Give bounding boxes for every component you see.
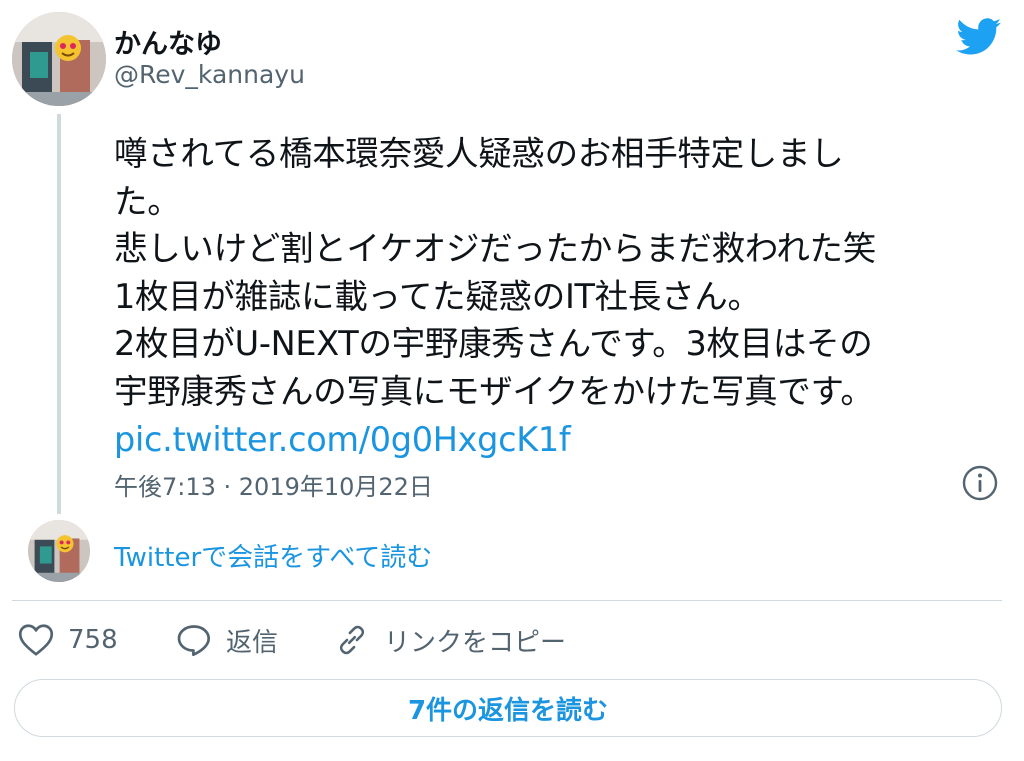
read-conversation-link[interactable]: Twitterで会話をすべて読む [114,537,432,574]
author-display-name[interactable]: かんなゆ [114,22,222,61]
tweet-line: 宇野康秀さんの写真にモザイクをかけた写真です。 [114,371,874,411]
reply-label: 返信 [226,627,279,658]
speech-bubble-icon [177,625,211,657]
heart-icon [18,624,54,656]
tweet-timestamp[interactable]: 午後7:13 · 2019年10月22日 [114,467,433,502]
conversation-avatar[interactable] [28,520,90,582]
author-avatar[interactable] [12,12,106,106]
read-replies-label: 7件の返信を読む [407,695,609,726]
tweet-text: 噂されてる橋本環奈愛人疑惑のお相手特定しまし た。 悲しいけど割とイケオジだった… [114,130,1004,463]
tweet-line: 2枚目がU-NEXTの宇野康秀さんです。3枚目はその [114,324,873,364]
author-handle[interactable]: @Rev_kannayu [114,60,305,89]
read-replies-button[interactable]: 7件の返信を読む [14,679,1002,737]
copy-link-label: リンクをコピー [384,627,567,658]
link-icon [339,625,365,655]
tweet-line: 噂されてる橋本環奈愛人疑惑のお相手特定しまし [114,134,844,173]
twitter-bird-icon[interactable] [956,18,1002,60]
like-button[interactable]: 758 [18,620,118,660]
tweet-media-link[interactable]: pic.twitter.com/0g0HxgcK1f [114,420,571,459]
tweet-line: 悲しいけど割とイケオジだったからまだ救われた笑 [114,229,876,269]
reply-button[interactable]: 返信 [176,620,278,660]
tweet-line: た。 [114,181,181,221]
like-count: 758 [68,625,118,655]
thread-line [57,114,61,514]
copy-link-button[interactable]: リンクをコピー [334,620,566,660]
info-icon[interactable] [962,465,998,505]
tweet-line: 1枚目が雑誌に載ってた疑惑のIT社長さん。 [114,276,761,316]
divider [12,600,1002,601]
